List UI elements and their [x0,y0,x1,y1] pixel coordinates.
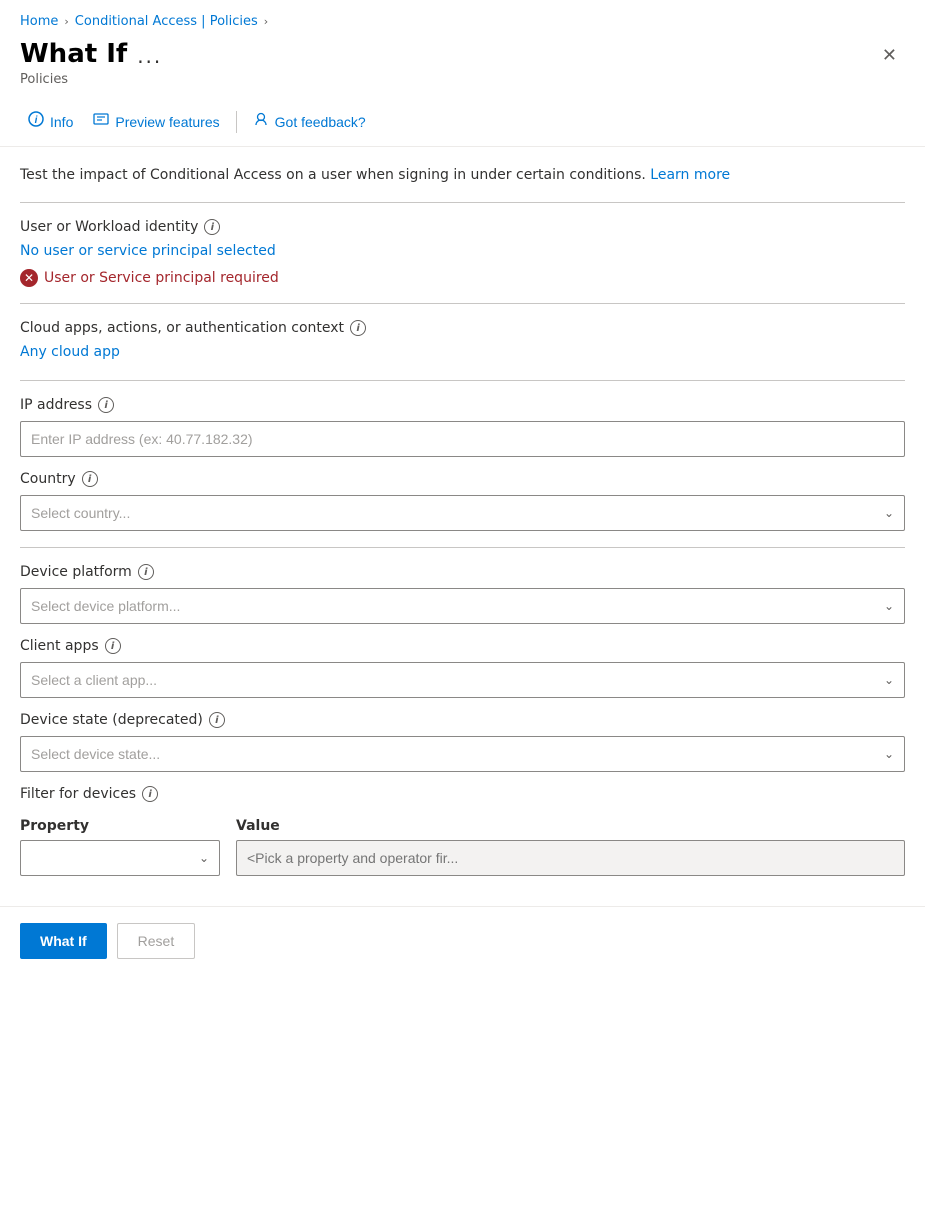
divider-4 [20,547,905,548]
client-apps-section: Client apps i Select a client app... ⌄ [20,638,905,698]
country-select-container: Select country... ⌄ [20,495,905,531]
feedback-label: Got feedback? [275,114,366,130]
toolbar-divider [236,111,237,133]
filter-value-input [236,840,905,876]
ip-address-section: IP address i [20,397,905,457]
preview-icon [93,111,109,132]
country-select[interactable]: Select country... ⌄ [20,495,905,531]
svg-text:i: i [35,115,38,126]
cloud-apps-section: Cloud apps, actions, or authentication c… [20,320,905,364]
cloud-apps-info-icon[interactable]: i [350,320,366,336]
breadcrumb-chevron-1: › [64,15,68,28]
content-area: Test the impact of Conditional Access on… [0,147,925,896]
filter-property-header: Property [20,818,220,834]
country-placeholder: Select country... [31,505,130,521]
client-apps-info-icon[interactable]: i [105,638,121,654]
client-apps-label: Client apps i [20,638,905,654]
description-text: Test the impact of Conditional Access on… [20,165,905,186]
breadcrumb: Home › Conditional Access | Policies › [0,0,925,35]
device-platform-section: Device platform i Select device platform… [20,564,905,624]
breadcrumb-chevron-2: › [264,15,268,28]
device-state-placeholder: Select device state... [31,746,160,762]
breadcrumb-home[interactable]: Home [20,14,58,29]
filter-property-chevron-icon: ⌄ [199,851,209,865]
preview-label: Preview features [115,114,219,130]
preview-features-button[interactable]: Preview features [85,107,227,136]
device-state-section: Device state (deprecated) i Select devic… [20,712,905,772]
breadcrumb-conditional-access[interactable]: Conditional Access | Policies [75,14,258,29]
info-label: Info [50,114,73,130]
user-identity-info-icon[interactable]: i [204,219,220,235]
device-state-info-icon[interactable]: i [209,712,225,728]
country-chevron-icon: ⌄ [884,506,894,520]
user-identity-error: ✕ User or Service principal required [20,269,905,287]
device-state-select-container: Select device state... ⌄ [20,736,905,772]
ip-address-info-icon[interactable]: i [98,397,114,413]
filter-value-header: Value [236,818,905,834]
cloud-apps-label: Cloud apps, actions, or authentication c… [20,320,905,336]
filter-devices-label: Filter for devices i [20,786,905,802]
info-button[interactable]: i Info [20,107,81,136]
divider-1 [20,202,905,203]
device-platform-label: Device platform i [20,564,905,580]
country-info-icon[interactable]: i [82,471,98,487]
user-identity-section: User or Workload identity i No user or s… [20,219,905,287]
header-left: What If ... [20,39,162,69]
device-platform-select[interactable]: Select device platform... ⌄ [20,588,905,624]
page-title: What If [20,39,127,69]
ip-address-label: IP address i [20,397,905,413]
cloud-apps-select[interactable]: Any cloud app [20,344,120,360]
client-apps-select[interactable]: Select a client app... ⌄ [20,662,905,698]
device-state-label: Device state (deprecated) i [20,712,905,728]
user-identity-select[interactable]: No user or service principal selected [20,243,276,259]
device-platform-chevron-icon: ⌄ [884,599,894,613]
page-container: Home › Conditional Access | Policies › W… [0,0,925,979]
error-icon: ✕ [20,269,38,287]
filter-devices-section: Filter for devices i Property Value ⌄ [20,786,905,876]
page-subtitle: Policies [0,72,925,99]
learn-more-link[interactable]: Learn more [650,167,730,183]
client-apps-placeholder: Select a client app... [31,672,157,688]
device-platform-info-icon[interactable]: i [138,564,154,580]
what-if-button[interactable]: What If [20,923,107,959]
device-state-select[interactable]: Select device state... ⌄ [20,736,905,772]
user-identity-label: User or Workload identity i [20,219,905,235]
filter-row: ⌄ [20,840,905,876]
feedback-icon [253,111,269,132]
filter-property-select-container: ⌄ [20,840,220,876]
toolbar: i Info Preview features [0,99,925,147]
filter-devices-info-icon[interactable]: i [142,786,158,802]
divider-2 [20,303,905,304]
feedback-button[interactable]: Got feedback? [245,107,374,136]
ip-address-input[interactable] [20,421,905,457]
reset-button[interactable]: Reset [117,923,196,959]
filter-table-header: Property Value [20,810,905,840]
more-options-button[interactable]: ... [137,44,162,68]
client-apps-chevron-icon: ⌄ [884,673,894,687]
country-section: Country i Select country... ⌄ [20,471,905,531]
info-circle-icon: i [28,111,44,132]
device-state-chevron-icon: ⌄ [884,747,894,761]
device-platform-select-container: Select device platform... ⌄ [20,588,905,624]
header-row: What If ... ✕ [0,35,925,72]
action-bar: What If Reset [0,906,925,979]
country-label: Country i [20,471,905,487]
client-apps-select-container: Select a client app... ⌄ [20,662,905,698]
divider-3 [20,380,905,381]
device-platform-placeholder: Select device platform... [31,598,180,614]
filter-property-select[interactable]: ⌄ [20,840,220,876]
close-button[interactable]: ✕ [874,41,905,70]
